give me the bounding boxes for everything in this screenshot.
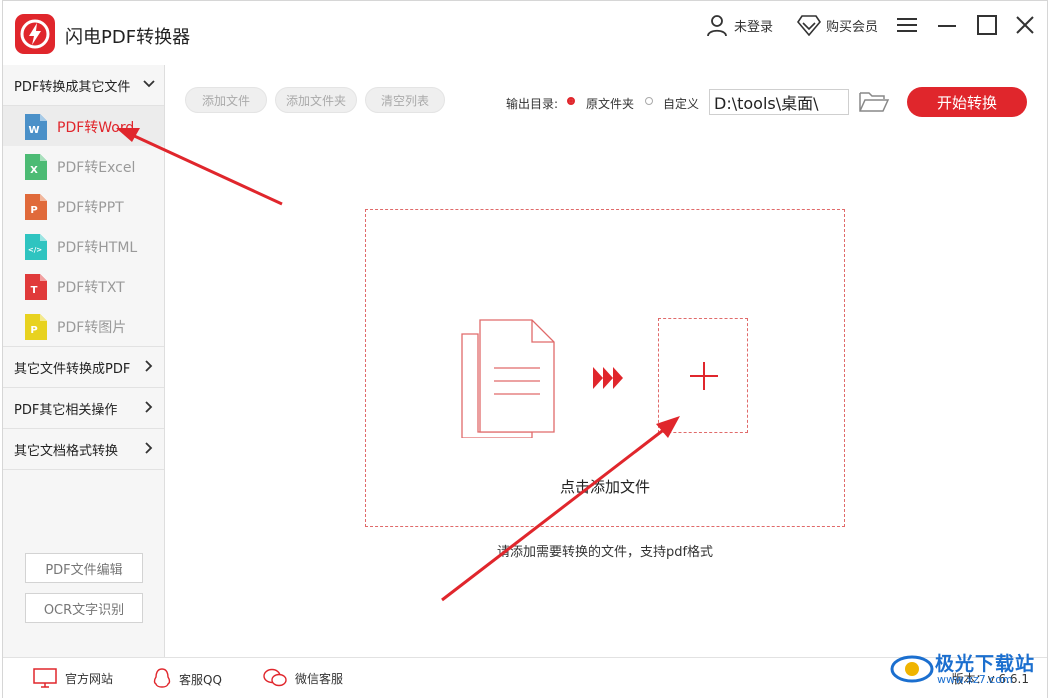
folder-open-icon — [859, 92, 890, 112]
excel-file-icon: X — [25, 154, 47, 180]
official-website-link[interactable]: 官方网站 — [33, 668, 113, 688]
sidebar-item-pdf-to-txt[interactable]: T PDF转TXT — [3, 266, 164, 306]
category-other-formats[interactable]: 其它文档格式转换 — [3, 429, 164, 470]
qq-support-link[interactable]: 客服QQ — [153, 668, 222, 690]
sidebar-item-label: PDF转HTML — [57, 240, 138, 256]
txt-file-icon: T — [25, 274, 47, 300]
category-pdf-operations[interactable]: PDF其它相关操作 — [3, 388, 164, 429]
watermark-logo-icon — [890, 655, 934, 683]
sidebar-item-label: PDF转Excel — [57, 160, 136, 176]
category-label: 其它文档格式转换 — [14, 443, 119, 459]
wechat-support-link[interactable]: 微信客服 — [263, 668, 343, 688]
maximize-icon — [977, 15, 997, 35]
radio-dot — [569, 99, 573, 103]
plus-icon — [690, 362, 718, 390]
image-file-icon: P — [25, 314, 47, 340]
sidebar: PDF转换成其它文件 W PDF转Word X PDF转Excel P PDF转… — [3, 65, 165, 657]
maximize-button[interactable] — [973, 11, 1001, 39]
sidebar-item-label: PDF转PPT — [57, 200, 124, 216]
browse-folder-button[interactable] — [858, 90, 890, 114]
ocr-button[interactable]: OCR文字识别 — [25, 593, 143, 623]
svg-text:W: W — [28, 125, 39, 136]
sidebar-item-label: PDF转图片 — [57, 320, 127, 336]
login-label: 未登录 — [734, 19, 774, 35]
minimize-icon — [938, 25, 956, 27]
supported-format-hint: 请添加需要转换的文件，支持pdf格式 — [496, 545, 714, 560]
svg-text:</>: </> — [28, 246, 42, 254]
hamburger-menu-icon — [897, 18, 917, 32]
add-file-button[interactable]: 添加文件 — [185, 87, 267, 113]
option-custom-label[interactable]: 自定义 — [663, 95, 699, 112]
close-icon — [1016, 16, 1034, 34]
app-title: 闪电PDF转换器 — [65, 27, 191, 48]
sidebar-item-pdf-to-html[interactable]: </> PDF转HTML — [3, 226, 164, 266]
chevron-right-icon — [145, 442, 153, 454]
site-watermark: 极光下载站 www.xz7.com — [889, 643, 1049, 693]
category-label: 其它文件转换成PDF — [14, 361, 131, 377]
sidebar-item-label: PDF转Word — [57, 120, 135, 136]
qq-label: 客服QQ — [179, 672, 222, 687]
sidebar-item-label: PDF转TXT — [57, 280, 125, 296]
category-label: PDF转换成其它文件 — [14, 79, 131, 95]
add-folder-button[interactable]: 添加文件夹 — [275, 87, 357, 113]
ppt-file-icon: P — [25, 194, 47, 220]
app-window: 闪电PDF转换器 未登录 购买会员 PDF转换成其它文件 W PDF转Word … — [2, 0, 1048, 698]
qq-icon — [153, 668, 171, 688]
minimize-button[interactable] — [933, 11, 961, 39]
user-icon — [707, 15, 727, 37]
wechat-icon — [263, 668, 287, 687]
close-button[interactable] — [1011, 11, 1039, 39]
file-drop-zone[interactable]: 点击添加文件 — [365, 209, 845, 527]
sidebar-item-pdf-to-image[interactable]: P PDF转图片 — [3, 306, 164, 346]
app-logo-icon — [15, 14, 55, 54]
monitor-icon — [33, 668, 57, 688]
word-file-icon: W — [25, 114, 47, 140]
svg-text:X: X — [30, 165, 38, 176]
sidebar-item-pdf-to-word[interactable]: W PDF转Word — [3, 106, 164, 146]
category-label: PDF其它相关操作 — [14, 402, 118, 418]
drop-zone-text: 点击添加文件 — [559, 478, 650, 496]
buy-vip-button[interactable]: 购买会员 — [797, 13, 878, 37]
chevron-down-icon — [143, 80, 155, 88]
output-dir-label: 输出目录: — [506, 97, 559, 111]
pdf-edit-button[interactable]: PDF文件编辑 — [25, 553, 143, 583]
svg-text:P: P — [30, 325, 37, 336]
chevron-right-icon — [145, 401, 153, 413]
clear-list-button[interactable]: 清空列表 — [365, 87, 445, 113]
option-original-label[interactable]: 原文件夹 — [586, 95, 634, 112]
category-other-to-pdf[interactable]: 其它文件转换成PDF — [3, 346, 164, 388]
documents-icon — [461, 319, 555, 438]
wechat-label: 微信客服 — [295, 671, 344, 686]
sidebar-item-pdf-to-ppt[interactable]: P PDF转PPT — [3, 186, 164, 226]
svg-text:T: T — [31, 285, 38, 296]
output-path-input[interactable] — [709, 89, 849, 115]
start-convert-button[interactable]: 开始转换 — [907, 87, 1027, 117]
add-file-box[interactable] — [658, 318, 748, 433]
menu-button[interactable] — [893, 11, 921, 39]
html-file-icon: </> — [25, 234, 47, 260]
website-label: 官方网站 — [65, 671, 114, 686]
svg-text:P: P — [30, 205, 37, 216]
chevron-right-icon — [145, 360, 153, 372]
radio-original-folder[interactable] — [567, 97, 575, 105]
title-bar: 闪电PDF转换器 未登录 购买会员 — [3, 1, 1047, 65]
forward-arrows-icon — [593, 367, 623, 389]
login-button[interactable]: 未登录 — [705, 13, 773, 37]
radio-custom-folder[interactable] — [645, 97, 653, 105]
category-pdf-to-other[interactable]: PDF转换成其它文件 — [3, 65, 164, 106]
sidebar-item-pdf-to-excel[interactable]: X PDF转Excel — [3, 146, 164, 186]
diamond-icon — [797, 15, 821, 36]
vip-label: 购买会员 — [826, 19, 879, 35]
watermark-text: 极光下载站 — [935, 653, 1036, 675]
watermark-url: www.xz7.com — [937, 673, 1013, 686]
